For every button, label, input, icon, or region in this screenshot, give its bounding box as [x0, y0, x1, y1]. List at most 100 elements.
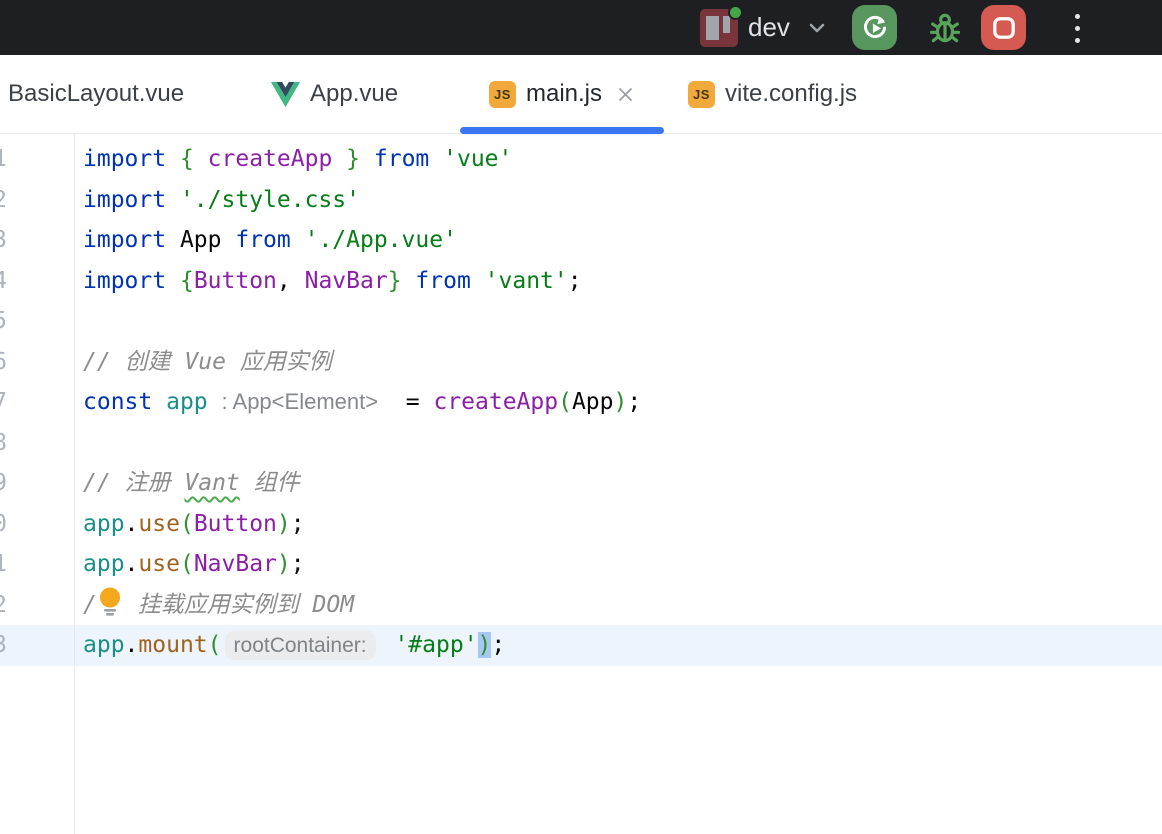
parameter-hint-inlay: rootContainer: [225, 631, 376, 660]
code-token [166, 187, 180, 213]
code-line-5[interactable] [75, 301, 1162, 342]
code-line-1[interactable]: import { createApp } from 'vue' [75, 139, 1162, 180]
code-line-4[interactable]: import {Button, NavBar} from 'vant'; [75, 261, 1162, 302]
line-number: 2 [0, 180, 7, 221]
code-line-7[interactable]: const app : App<Element> = createApp(App… [75, 382, 1162, 423]
intention-bulb-icon [97, 586, 124, 616]
code-token: from [415, 268, 470, 294]
code-token: ; [627, 389, 641, 415]
tab-app-vue[interactable]: App.vue [271, 55, 398, 133]
code-token: use [138, 551, 180, 577]
code-token: / [83, 592, 97, 618]
code-token: app [83, 551, 125, 577]
line-number: 10 [0, 504, 7, 545]
code-token: NavBar [194, 551, 277, 577]
line-number: 11 [0, 544, 7, 585]
code-line-12[interactable]: / 挂载应用实例到 DOM [75, 585, 1162, 626]
code-token: ; [291, 551, 305, 577]
code-token: mount [138, 632, 207, 658]
tab-label: main.js [526, 80, 602, 108]
code-token: . [125, 511, 139, 537]
code-line-8[interactable] [75, 423, 1162, 464]
stop-icon [991, 15, 1017, 41]
code-token: ( [180, 551, 194, 577]
code-token [381, 632, 395, 658]
code-token: { [180, 146, 194, 172]
code-content[interactable]: import { createApp } from 'vue'import '.… [75, 139, 1162, 666]
code-token: , [277, 268, 305, 294]
code-token [471, 268, 485, 294]
code-token: ) [478, 632, 492, 658]
code-token: 组件 [240, 470, 300, 496]
npm-run-config-icon [700, 9, 738, 47]
code-token: './style.css' [180, 187, 360, 213]
code-token: ) [277, 511, 291, 537]
code-token: import [83, 187, 166, 213]
debug-bug-icon [925, 8, 965, 48]
code-line-9[interactable]: // 注册 Vant 组件 [75, 463, 1162, 504]
code-token: 'vant' [485, 268, 568, 294]
running-status-dot [728, 5, 743, 20]
code-token: ( [180, 511, 194, 537]
code-token: App [572, 389, 614, 415]
line-number: 8 [0, 423, 7, 464]
code-token: NavBar [305, 268, 388, 294]
code-token: createApp [433, 389, 558, 415]
tab-label: BasicLayout.vue [8, 80, 184, 108]
line-number: 5 [0, 301, 7, 342]
code-token [332, 146, 346, 172]
code-token: { [180, 268, 194, 294]
tab-basiclayout-vue[interactable]: BasicLayout.vue [8, 55, 184, 133]
chevron-down-icon[interactable] [806, 20, 828, 41]
code-token: ; [568, 268, 582, 294]
kebab-menu-icon[interactable] [1066, 7, 1088, 49]
tab-main-js[interactable]: JS main.js [462, 55, 662, 133]
main-toolbar: dev [0, 0, 1162, 55]
code-token: // 注册 [83, 470, 184, 496]
line-number: 6 [0, 342, 7, 383]
code-line-10[interactable]: app.use(Button); [75, 504, 1162, 545]
code-line-3[interactable]: import App from './App.vue' [75, 220, 1162, 261]
code-token: import [83, 268, 166, 294]
code-token: . [125, 632, 139, 658]
code-token: } [346, 146, 360, 172]
tab-vite-config-js[interactable]: JSvite.config.js [672, 55, 857, 133]
tab-label: App.vue [310, 80, 398, 108]
code-token [291, 227, 305, 253]
code-token: ( [558, 389, 572, 415]
js-file-icon: JS [489, 81, 516, 108]
code-token: ) [277, 551, 291, 577]
code-line-13[interactable]: app.mount(rootContainer: '#app'); [75, 625, 1162, 666]
tab-label: vite.config.js [725, 80, 857, 108]
code-token [166, 146, 180, 172]
code-token: } [388, 268, 402, 294]
code-line-2[interactable]: import './style.css' [75, 180, 1162, 221]
code-token: use [138, 511, 180, 537]
code-token: ) [614, 389, 628, 415]
code-token: ; [291, 511, 305, 537]
code-token: Button [194, 268, 277, 294]
code-line-6[interactable]: // 创建 Vue 应用实例 [75, 342, 1162, 383]
code-token: app [83, 632, 125, 658]
stop-button[interactable] [981, 5, 1026, 50]
code-editor[interactable]: 12345678910111213 import { createApp } f… [0, 134, 1162, 834]
code-token: 挂载应用实例到 DOM [124, 592, 354, 618]
debug-button[interactable] [922, 5, 968, 50]
run-config-name[interactable]: dev [748, 12, 790, 43]
code-token: createApp [208, 146, 333, 172]
code-token [208, 389, 222, 415]
code-token: './App.vue' [305, 227, 457, 253]
line-number: 3 [0, 220, 7, 261]
code-token: . [125, 551, 139, 577]
tab-close-icon[interactable] [616, 85, 635, 104]
code-token: from [374, 146, 429, 172]
code-token: import [83, 227, 166, 253]
run-config-selector[interactable] [700, 7, 740, 47]
code-token: // 创建 Vue 应用实例 [83, 349, 332, 375]
code-line-11[interactable]: app.use(NavBar); [75, 544, 1162, 585]
rerun-button[interactable] [852, 5, 897, 50]
code-token: ( [208, 632, 222, 658]
code-token: Vant [184, 470, 239, 496]
line-number: 4 [0, 261, 7, 302]
ide-window: dev [0, 0, 1162, 834]
